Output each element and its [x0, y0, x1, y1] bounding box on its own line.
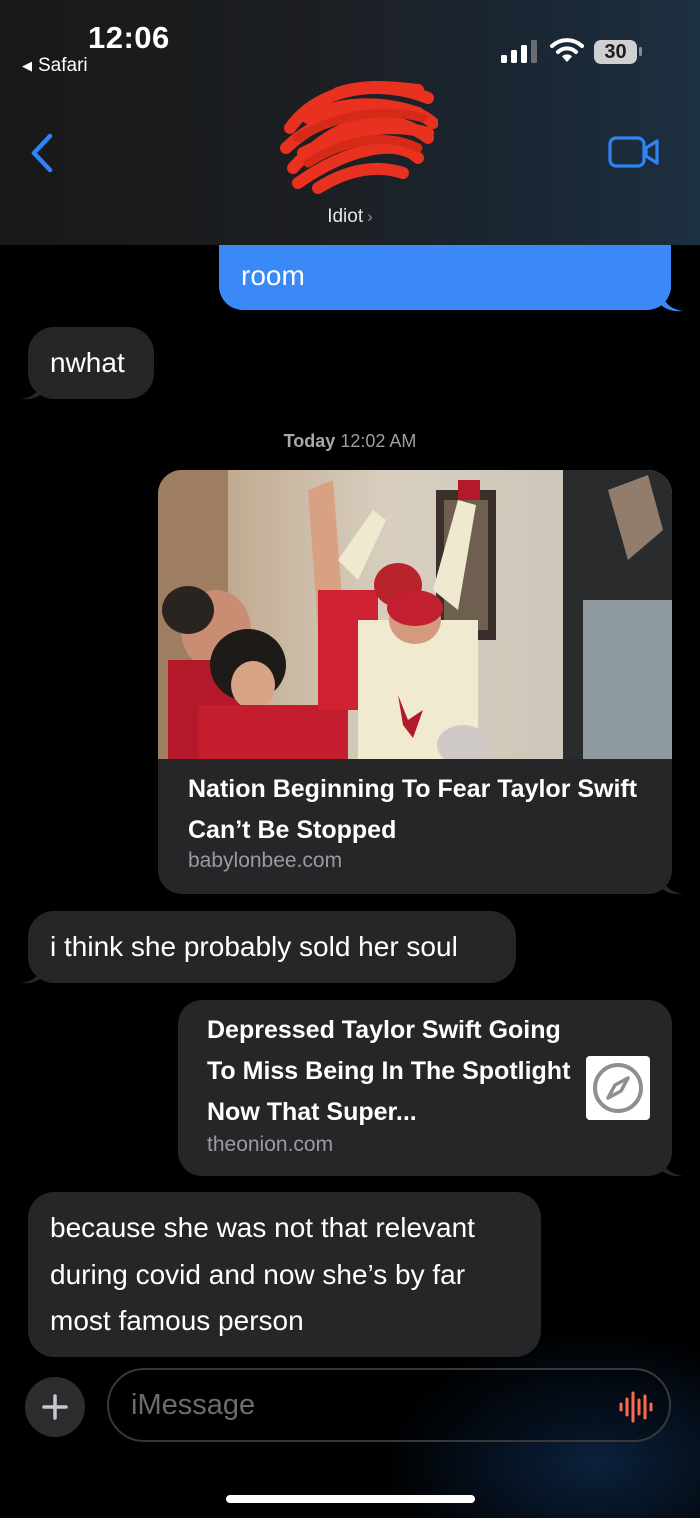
link-preview-card[interactable]: Nation Beginning To Fear Taylor Swift Ca…	[158, 470, 672, 894]
timestamp-day: Today	[283, 431, 336, 451]
incoming-message[interactable]: i think she probably sold her soul	[28, 911, 516, 983]
wifi-icon	[550, 38, 584, 62]
home-indicator[interactable]	[226, 1495, 475, 1503]
compass-icon	[586, 1056, 650, 1120]
waveform-icon[interactable]	[617, 1390, 653, 1424]
message-text: nwhat	[50, 347, 125, 378]
incoming-message[interactable]: nwhat	[28, 327, 154, 399]
bubble-tail	[20, 378, 44, 400]
video-camera-icon[interactable]	[608, 134, 660, 170]
battery-percent: 30	[604, 41, 627, 63]
link-domain: babylonbee.com	[188, 849, 343, 872]
cellular-signal-icon	[501, 40, 537, 63]
status-time: 12:06	[88, 20, 170, 55]
link-title: Depressed Taylor Swift Going To Miss Bei…	[207, 1016, 571, 1126]
message-text: because she was not that relevant during…	[50, 1212, 475, 1336]
contact-name: Idiot	[327, 206, 364, 227]
bubble-tail	[660, 1155, 684, 1177]
bubble-tail	[660, 873, 684, 895]
contact-chevron: ›	[367, 207, 373, 226]
outgoing-message[interactable]: room	[219, 245, 671, 310]
link-preview-card[interactable]: Depressed Taylor Swift Going To Miss Bei…	[178, 1000, 672, 1176]
timestamp-time: 12:02 AM	[340, 431, 417, 451]
link-domain: theonion.com	[207, 1133, 334, 1156]
message-text: room	[241, 260, 305, 291]
bubble-tail	[20, 962, 44, 984]
back-app-label: Safari	[38, 55, 88, 76]
plus-icon	[42, 1394, 68, 1420]
message-timestamp: Today 12:02 AM	[0, 431, 700, 452]
message-text: i think she probably sold her soul	[50, 931, 458, 962]
link-title: Nation Beginning To Fear Taylor Swift Ca…	[188, 775, 638, 844]
incoming-message[interactable]: because she was not that relevant during…	[28, 1192, 541, 1357]
back-to-app-link[interactable]: ◀ Safari	[22, 55, 88, 77]
message-input[interactable]	[131, 1384, 601, 1426]
contact-avatar-scribble[interactable]	[278, 78, 438, 196]
back-triangle-icon: ◀	[22, 58, 32, 73]
link-preview-image	[158, 470, 672, 759]
conversation-header: 12:06 ◀ Safari 30 Idiot ›	[0, 0, 700, 245]
add-attachment-button[interactable]	[25, 1377, 85, 1437]
chevron-left-icon[interactable]	[26, 132, 58, 174]
battery-indicator: 30	[593, 39, 643, 65]
contact-name-button[interactable]: Idiot ›	[0, 206, 700, 228]
messages-screen: 12:06 ◀ Safari 30 Idiot › room nwhat Tod…	[0, 0, 700, 1518]
bubble-tail	[660, 290, 684, 312]
message-input-container[interactable]	[107, 1368, 671, 1442]
